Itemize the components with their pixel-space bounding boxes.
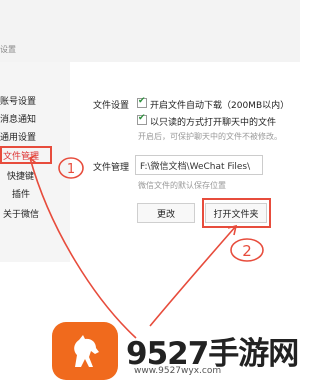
red-annotation-layer: 1 2: [28, 154, 264, 339]
watermark-logo: [52, 322, 118, 380]
arrow-line-1: [29, 157, 137, 339]
arrow-line-2: [149, 225, 237, 327]
watermark-url: www.9527wyx.com: [134, 366, 222, 376]
horse-icon: [74, 335, 99, 367]
step-2-label: 2: [242, 242, 252, 260]
step-1-label: 1: [67, 162, 75, 177]
